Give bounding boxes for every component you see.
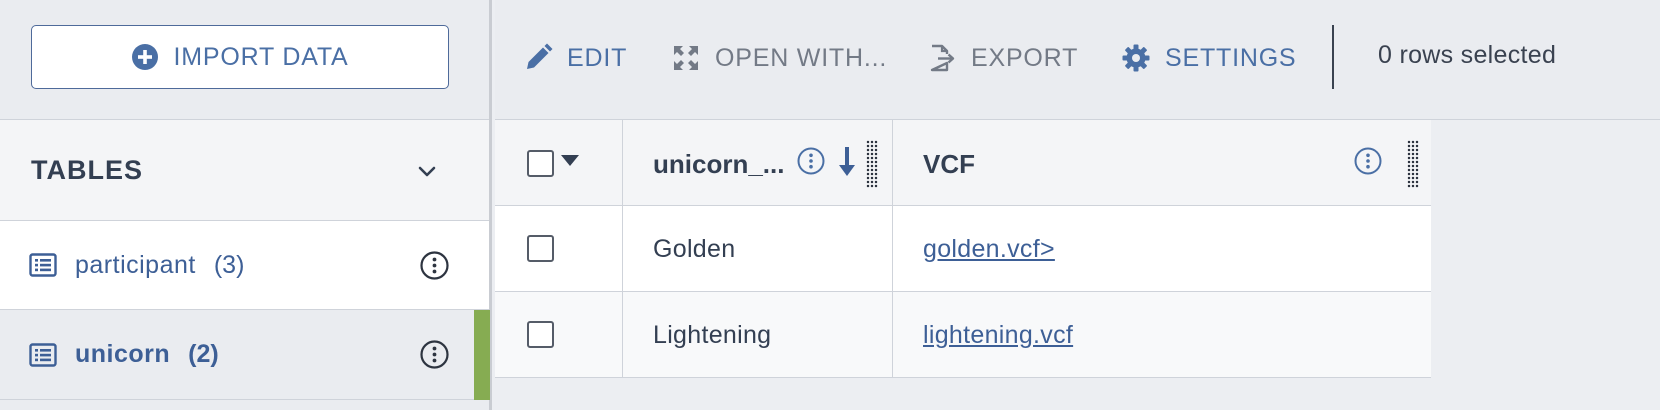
settings-label: SETTINGS <box>1165 43 1297 72</box>
select-all-cell <box>495 120 623 206</box>
column-header-name[interactable]: unicorn_... <box>623 120 893 206</box>
sidebar-item-count: (2) <box>188 340 219 368</box>
gear-icon <box>1121 43 1151 73</box>
table-row: Lightening lightening.vcf <box>495 292 1431 378</box>
list-icon <box>29 342 57 367</box>
arrow-down-icon[interactable] <box>835 145 859 179</box>
list-icon <box>29 253 57 277</box>
chevron-down-icon[interactable] <box>413 158 441 186</box>
vcf-link[interactable]: golden.vcf> <box>923 235 1055 264</box>
open-with-button[interactable]: OPEN WITH... <box>671 38 887 78</box>
open-with-label: OPEN WITH... <box>715 43 888 72</box>
column-resize-handle[interactable] <box>1407 140 1419 188</box>
toolbar-divider <box>1332 25 1334 89</box>
data-table: unicorn_... VCF Golden golden.vcf> Light… <box>495 120 1431 378</box>
plus-circle-icon <box>131 43 159 71</box>
row-checkbox[interactable] <box>527 321 554 348</box>
edit-label: EDIT <box>567 43 628 72</box>
sidebar-item-label: unicorn <box>75 340 171 368</box>
row-select-cell <box>495 206 623 292</box>
sidebar-item-participant[interactable]: participant (3) <box>0 221 489 310</box>
import-data-label: IMPORT DATA <box>173 42 349 71</box>
rows-selected-status: 0 rows selected <box>1378 41 1557 69</box>
toolbar: EDIT OPEN WITH... EXPORT SETTINGS 0 rows… <box>495 0 1660 120</box>
expand-icon <box>671 43 701 73</box>
pencil-icon <box>523 43 553 73</box>
kebab-menu-icon[interactable] <box>420 251 449 280</box>
vcf-link[interactable]: lightening.vcf <box>923 321 1073 350</box>
table-row: Golden golden.vcf> <box>495 206 1431 292</box>
export-button[interactable]: EXPORT <box>927 38 1078 78</box>
tables-title: TABLES <box>31 154 143 185</box>
select-all-checkbox[interactable] <box>527 150 554 177</box>
sidebar-item-unicorn[interactable]: unicorn (2) <box>0 310 490 400</box>
cell-vcf: golden.vcf> <box>893 206 1431 292</box>
column-header-vcf[interactable]: VCF <box>893 120 1431 206</box>
table-header: unicorn_... VCF <box>495 120 1431 206</box>
row-select-cell <box>495 292 623 378</box>
sidebar-item-label: participant <box>75 250 196 279</box>
import-area: IMPORT DATA <box>0 0 489 120</box>
sidebar-item-count: (3) <box>213 250 245 279</box>
column-title: unicorn_... <box>653 149 785 179</box>
cell-vcf: lightening.vcf <box>893 292 1431 378</box>
export-icon <box>927 43 957 73</box>
kebab-menu-icon[interactable] <box>797 147 825 175</box>
column-title: VCF <box>923 149 975 179</box>
settings-button[interactable]: SETTINGS <box>1121 38 1296 78</box>
cell-name: Golden <box>623 206 893 292</box>
kebab-menu-icon[interactable] <box>420 340 449 369</box>
tables-header[interactable]: TABLES <box>0 120 489 221</box>
edit-button[interactable]: EDIT <box>523 38 627 78</box>
sidebar: IMPORT DATA TABLES participant (3) unico… <box>0 0 492 410</box>
row-checkbox[interactable] <box>527 235 554 262</box>
export-label: EXPORT <box>971 43 1079 72</box>
import-data-button[interactable]: IMPORT DATA <box>31 25 449 89</box>
active-indicator <box>474 310 490 400</box>
caret-down-icon[interactable] <box>561 155 579 166</box>
cell-name: Lightening <box>623 292 893 378</box>
column-resize-handle[interactable] <box>866 140 878 188</box>
kebab-menu-icon[interactable] <box>1354 147 1382 175</box>
